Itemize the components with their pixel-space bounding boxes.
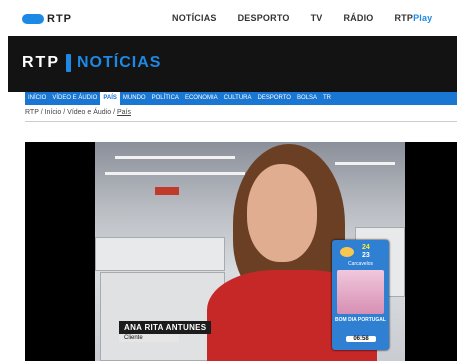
brand-rtp-text: RTP	[22, 54, 60, 71]
weather-overlay: 24 23 Carcavelos BOM DIA PORTUGAL 06:58	[332, 240, 389, 350]
rtp-noticias-logo[interactable]: RTP NOTÍCIAS	[22, 54, 161, 72]
breadcrumb-current[interactable]: País	[117, 109, 131, 116]
store-sign	[155, 187, 179, 195]
rtp-logo[interactable]: RTP	[22, 13, 72, 25]
brand-header: RTP NOTÍCIAS	[8, 36, 457, 92]
secnav-bolsa[interactable]: BOLSA	[294, 92, 320, 105]
ceiling-light	[115, 156, 235, 159]
show-name: BOM DIA PORTUGAL	[335, 317, 386, 323]
secnav-tr[interactable]: TR	[320, 92, 334, 105]
topnav-radio[interactable]: RÁDIO	[343, 13, 373, 23]
appliance-shelf	[95, 237, 225, 271]
divider	[25, 121, 457, 122]
top-bar: RTP NOTÍCIAS DESPORTO TV RÁDIO RTPPlay	[0, 0, 457, 36]
breadcrumb-path[interactable]: RTP / Início / Vídeo e Áudio /	[25, 109, 117, 116]
section-nav: INÍCIO VÍDEO E ÁUDIO PAÍS MUNDO POLÍTICA…	[25, 92, 457, 105]
topnav-tv[interactable]: TV	[311, 13, 323, 23]
secnav-desporto[interactable]: DESPORTO	[255, 92, 294, 105]
weather-city: Carcavelos	[347, 261, 373, 267]
sun-icon	[340, 247, 354, 257]
secnav-video-audio[interactable]: VÍDEO E ÁUDIO	[49, 92, 100, 105]
play-prefix: RTP	[394, 13, 414, 23]
person-face	[247, 164, 317, 262]
topnav-desporto[interactable]: DESPORTO	[238, 13, 290, 23]
brand-divider-icon	[66, 54, 71, 72]
rtp-logo-text: RTP	[47, 13, 72, 25]
rtp-logo-icon	[22, 14, 44, 24]
secnav-mundo[interactable]: MUNDO	[120, 92, 149, 105]
weather-high: 24	[362, 244, 370, 251]
topnav-rtp-play[interactable]: RTPPlay	[394, 13, 432, 23]
top-nav: NOTÍCIAS DESPORTO TV RÁDIO RTPPlay	[172, 13, 432, 23]
secnav-politica[interactable]: POLÍTICA	[149, 92, 182, 105]
secnav-inicio[interactable]: INÍCIO	[25, 92, 49, 105]
lower-third-caption: ANA RITA ANTUNES Cliente	[119, 321, 212, 342]
brand-section-text: NOTÍCIAS	[77, 54, 162, 71]
secnav-cultura[interactable]: CULTURA	[221, 92, 255, 105]
topnav-noticias[interactable]: NOTÍCIAS	[172, 13, 217, 23]
secnav-economia[interactable]: ECONOMIA	[182, 92, 221, 105]
breadcrumb: RTP / Início / Vídeo e Áudio / País	[25, 109, 131, 116]
caption-role: Cliente	[119, 334, 179, 342]
ceiling-light	[105, 172, 245, 175]
presenter-thumbnail	[337, 270, 384, 314]
ceiling-light	[335, 162, 395, 165]
show-time: 06:58	[346, 336, 376, 342]
secnav-pais[interactable]: PAÍS	[100, 92, 120, 105]
weather-low: 23	[362, 252, 370, 259]
play-accent: Play	[413, 13, 433, 23]
caption-name: ANA RITA ANTUNES	[119, 321, 212, 334]
video-player[interactable]: ANA RITA ANTUNES Cliente	[25, 142, 457, 361]
